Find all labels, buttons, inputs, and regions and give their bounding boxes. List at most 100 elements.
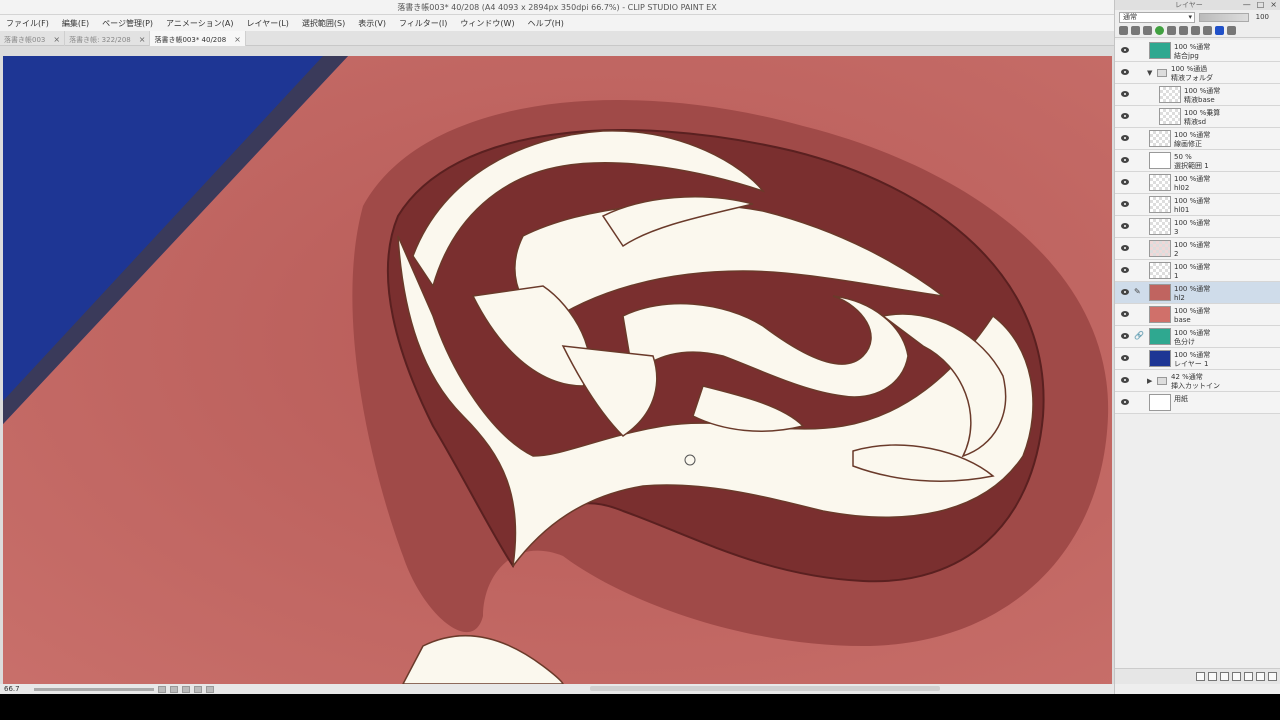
lock-icon[interactable] bbox=[1167, 26, 1176, 35]
menu-file[interactable]: ファイル(F) bbox=[6, 18, 49, 29]
eye-icon[interactable] bbox=[1121, 311, 1129, 317]
menu-selection[interactable]: 選択範囲(S) bbox=[302, 18, 345, 29]
chevron-down-icon[interactable]: ▼ bbox=[1147, 69, 1152, 77]
new-vector-layer-icon[interactable] bbox=[1208, 672, 1217, 681]
layer-aux-icon[interactable]: ✎ bbox=[1134, 287, 1141, 296]
eye-icon[interactable] bbox=[1121, 47, 1129, 53]
tab-doc-2[interactable]: 落書き帳: 322/208 × bbox=[65, 31, 151, 46]
eye-icon[interactable] bbox=[1121, 179, 1129, 185]
close-icon[interactable]: × bbox=[139, 35, 146, 44]
eye-icon[interactable] bbox=[1121, 157, 1129, 163]
fit-view-button[interactable] bbox=[182, 685, 190, 693]
zoom-level[interactable]: 66.7 bbox=[4, 685, 26, 693]
close-icon[interactable]: × bbox=[53, 35, 60, 44]
mask-icon[interactable] bbox=[1256, 672, 1265, 681]
layer-blend-mode: 100 %通常 bbox=[1174, 175, 1211, 183]
horizontal-scrollbar[interactable] bbox=[590, 686, 940, 691]
draft-icon[interactable] bbox=[1155, 26, 1164, 35]
layer-row[interactable]: 50 % 選択範囲 1 bbox=[1115, 150, 1280, 172]
layer-thumbnail bbox=[1149, 196, 1171, 213]
eye-icon[interactable] bbox=[1121, 267, 1129, 273]
menu-filter[interactable]: フィルター(I) bbox=[399, 18, 447, 29]
eye-icon[interactable] bbox=[1121, 135, 1129, 141]
maximize-icon[interactable]: □ bbox=[1257, 0, 1265, 9]
chevron-right-icon[interactable]: ▶ bbox=[1147, 377, 1152, 385]
layer-row[interactable]: 100 %通常 3 bbox=[1115, 216, 1280, 238]
layer-blend-mode: 100 %通常 bbox=[1174, 241, 1211, 249]
layer-row[interactable]: ✎ 100 %通常 hl2 bbox=[1115, 282, 1280, 304]
zoom-out-button[interactable] bbox=[158, 685, 166, 693]
mask-enable-icon[interactable] bbox=[1191, 26, 1200, 35]
clip-icon[interactable] bbox=[1131, 26, 1140, 35]
menu-view[interactable]: 表示(V) bbox=[358, 18, 386, 29]
layer-settings-icon[interactable] bbox=[1227, 26, 1236, 35]
close-icon[interactable]: × bbox=[234, 35, 241, 44]
layer-row[interactable]: 100 %通常 結合jpg bbox=[1115, 40, 1280, 62]
window-title: 落書き帳003* 40/208 (A4 4093 x 2894px 350dpi… bbox=[397, 3, 717, 12]
drawing-canvas[interactable] bbox=[3, 56, 1112, 684]
eye-icon[interactable] bbox=[1121, 69, 1129, 75]
layer-row[interactable]: 用紙 bbox=[1115, 392, 1280, 414]
layer-row[interactable]: 100 %通常 hl02 bbox=[1115, 172, 1280, 194]
layer-row[interactable]: 100 %通常 2 bbox=[1115, 238, 1280, 260]
eye-icon[interactable] bbox=[1121, 333, 1129, 339]
layer-label: 100 %通過 精液フォルダ bbox=[1171, 65, 1213, 83]
eye-icon[interactable] bbox=[1121, 245, 1129, 251]
layer-row[interactable]: 100 %通常 レイヤー 1 bbox=[1115, 348, 1280, 370]
layer-color-icon[interactable] bbox=[1215, 26, 1224, 35]
eye-icon[interactable] bbox=[1121, 377, 1129, 383]
rotate-left-button[interactable] bbox=[194, 685, 202, 693]
ruler-icon[interactable] bbox=[1203, 26, 1212, 35]
layer-row[interactable]: 100 %通常 精液base bbox=[1115, 84, 1280, 106]
layer-blend-mode: 100 %通常 bbox=[1174, 131, 1211, 139]
eye-icon[interactable] bbox=[1121, 201, 1129, 207]
opacity-slider[interactable] bbox=[1199, 12, 1249, 22]
layer-mask-icon[interactable] bbox=[1119, 26, 1128, 35]
layer-row[interactable]: 🔗 100 %通常 色分け bbox=[1115, 326, 1280, 348]
merge-down-icon[interactable] bbox=[1244, 672, 1253, 681]
delete-layer-icon[interactable] bbox=[1268, 672, 1277, 681]
transfer-down-icon[interactable] bbox=[1232, 672, 1241, 681]
menu-help[interactable]: ヘルプ(H) bbox=[528, 18, 564, 29]
menu-edit[interactable]: 編集(E) bbox=[62, 18, 89, 29]
eye-icon[interactable] bbox=[1121, 289, 1129, 295]
eye-icon[interactable] bbox=[1121, 91, 1129, 97]
layer-label: 100 %通常 hl01 bbox=[1174, 197, 1210, 215]
layer-row[interactable]: 100 %通常 base bbox=[1115, 304, 1280, 326]
close-icon[interactable]: × bbox=[1270, 0, 1277, 9]
eye-icon[interactable] bbox=[1121, 399, 1129, 405]
layer-aux-icon[interactable]: 🔗 bbox=[1134, 331, 1144, 340]
lock-transparency-icon[interactable] bbox=[1179, 26, 1188, 35]
layer-blend-mode: 100 %乗算 bbox=[1184, 109, 1221, 117]
layer-row[interactable]: 100 %乗算 精液sd bbox=[1115, 106, 1280, 128]
layer-thumbnail bbox=[1149, 130, 1171, 147]
layer-thumbnail bbox=[1149, 174, 1171, 191]
menu-animation[interactable]: アニメーション(A) bbox=[166, 18, 233, 29]
layer-name: 1 bbox=[1174, 272, 1179, 280]
new-folder-icon[interactable] bbox=[1220, 672, 1229, 681]
minimize-icon[interactable]: — bbox=[1243, 0, 1251, 9]
tab-doc-3-active[interactable]: 落書き帳003* 40/208 × bbox=[150, 31, 246, 46]
zoom-slider[interactable] bbox=[34, 687, 154, 691]
menu-page[interactable]: ページ管理(P) bbox=[102, 18, 153, 29]
rotate-right-button[interactable] bbox=[206, 685, 214, 693]
new-raster-layer-icon[interactable] bbox=[1196, 672, 1205, 681]
reference-icon[interactable] bbox=[1143, 26, 1152, 35]
layer-row[interactable]: 100 %通常 hl01 bbox=[1115, 194, 1280, 216]
eye-icon[interactable] bbox=[1121, 113, 1129, 119]
tab-doc-1[interactable]: 落書き帳003 × bbox=[0, 31, 66, 46]
layer-row[interactable]: ▼ 100 %通過 精液フォルダ bbox=[1115, 62, 1280, 84]
eye-icon[interactable] bbox=[1121, 223, 1129, 229]
menu-layer[interactable]: レイヤー(L) bbox=[246, 18, 288, 29]
eye-icon[interactable] bbox=[1121, 355, 1129, 361]
blend-mode-select[interactable]: 通常 ▾ bbox=[1119, 11, 1195, 23]
opacity-value[interactable]: 100 bbox=[1253, 13, 1269, 21]
layer-row[interactable]: 100 %通常 線画修正 bbox=[1115, 128, 1280, 150]
panel-header: レイヤー — □ × bbox=[1115, 0, 1280, 10]
layer-thumbnail bbox=[1159, 86, 1181, 103]
layer-row[interactable]: 100 %通常 1 bbox=[1115, 260, 1280, 282]
zoom-in-button[interactable] bbox=[170, 685, 178, 693]
tab-label: 落書き帳003* 40/208 bbox=[154, 35, 227, 44]
menu-window[interactable]: ウィンドウ(W) bbox=[460, 18, 514, 29]
layer-row[interactable]: ▶ 42 %通常 挿入カットイン bbox=[1115, 370, 1280, 392]
